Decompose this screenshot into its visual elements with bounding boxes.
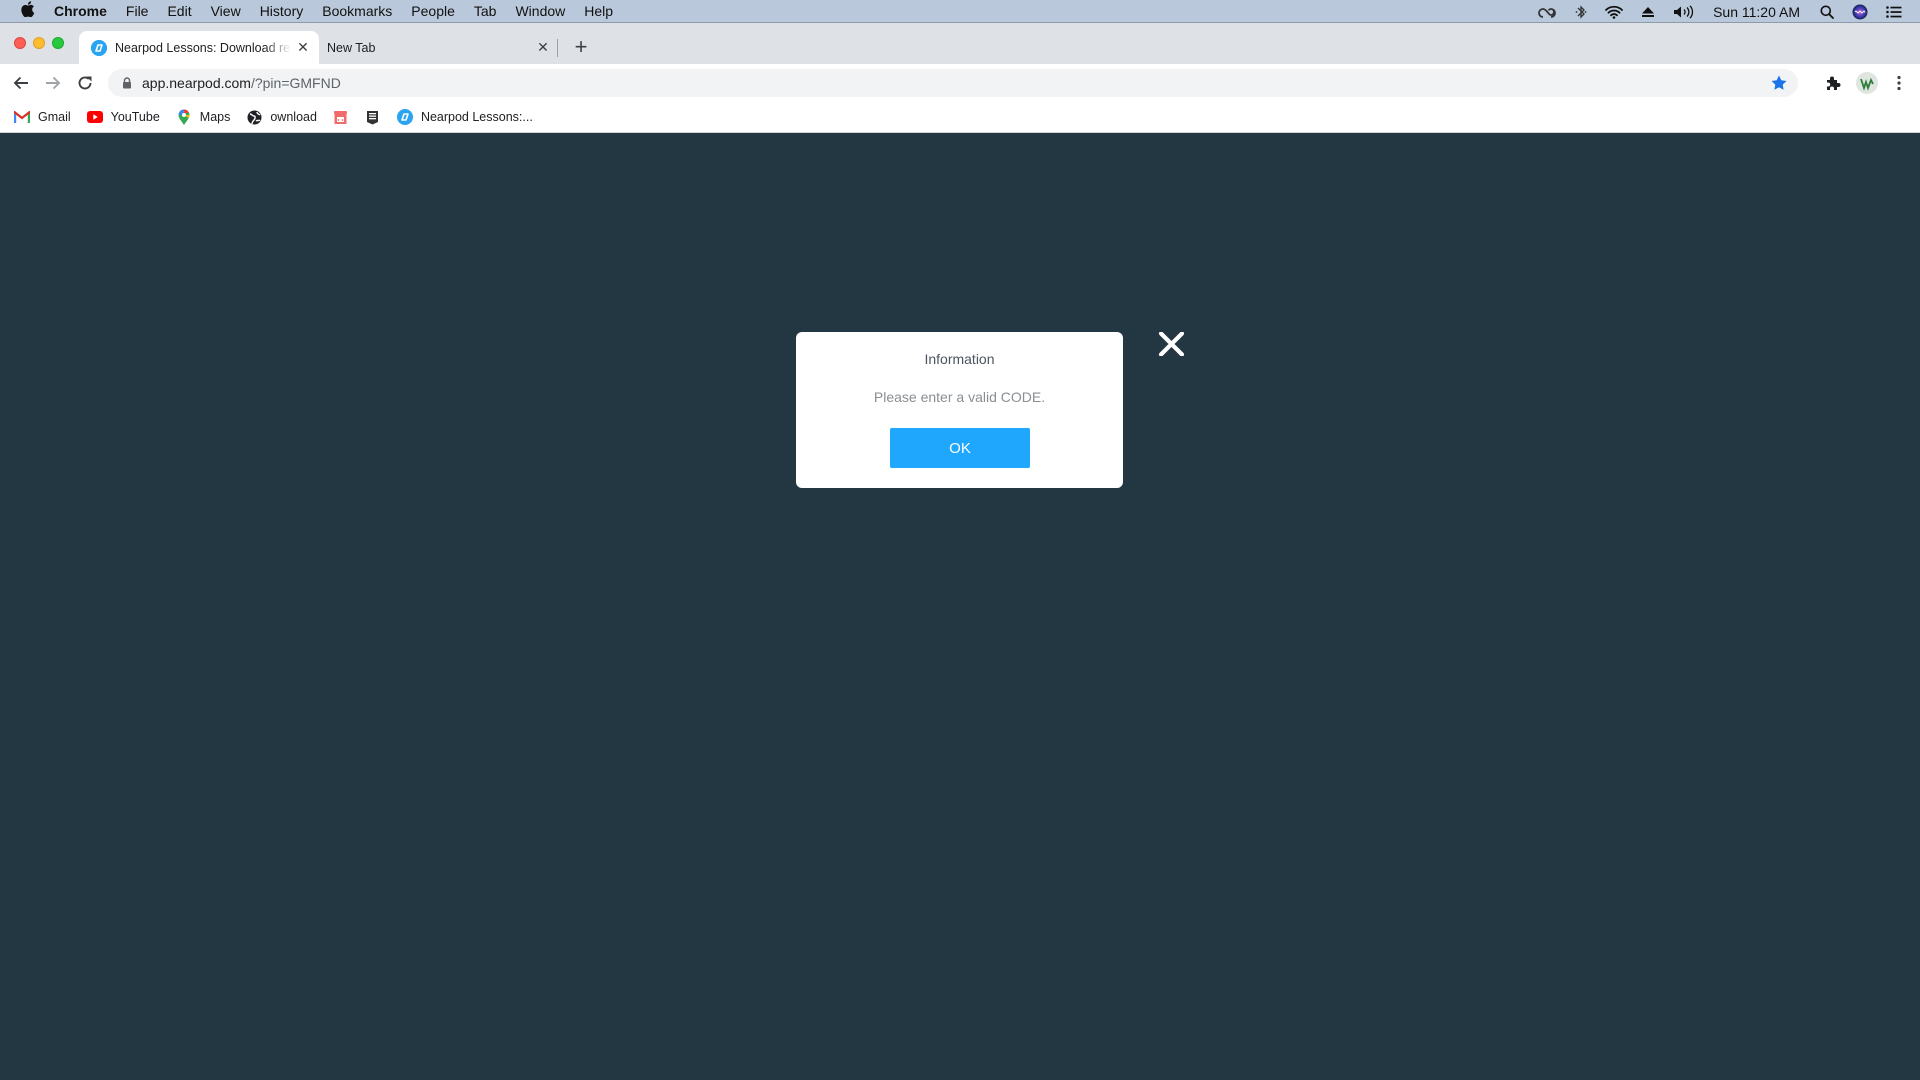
store-icon	[333, 109, 349, 125]
tab-separator	[557, 39, 558, 57]
dialog-message: Please enter a valid CODE.	[873, 389, 1046, 405]
volume-icon[interactable]	[1673, 4, 1695, 19]
url-path: /?pin=GMFND	[250, 75, 341, 91]
apple-menu-icon[interactable]	[20, 0, 36, 22]
tab-title: Nearpod Lessons: Download ready-to-teach…	[115, 40, 291, 55]
spotlight-search-icon[interactable]	[1820, 5, 1834, 19]
menu-bar-status-area: Sun 11:20 AM	[1537, 0, 1920, 23]
wifi-icon[interactable]	[1605, 5, 1623, 19]
menu-edit[interactable]: Edit	[167, 3, 191, 19]
window-fullscreen-button[interactable]	[52, 37, 64, 49]
nearpod-favicon-icon	[91, 39, 107, 56]
menu-tab[interactable]: Tab	[474, 3, 497, 19]
close-dialog-icon[interactable]	[1158, 331, 1185, 357]
eject-icon[interactable]	[1641, 6, 1655, 18]
gmail-icon	[14, 109, 30, 125]
tab-close-icon[interactable]: ✕	[535, 39, 551, 56]
tab-strip: Nearpod Lessons: Download ready-to-teach…	[0, 23, 1920, 64]
chrome-menu-kebab-icon[interactable]	[1889, 73, 1909, 93]
epic-games-icon	[365, 109, 381, 125]
window-minimize-button[interactable]	[33, 37, 45, 49]
menu-bookmarks[interactable]: Bookmarks	[322, 3, 392, 19]
bookmark-label: Gmail	[38, 110, 71, 124]
bookmark-youtube[interactable]: YouTube	[86, 109, 160, 125]
bluetooth-icon[interactable]	[1575, 4, 1587, 20]
nearpod-icon	[396, 109, 413, 125]
menu-window[interactable]: Window	[515, 3, 565, 19]
control-center-icon[interactable]	[1886, 5, 1902, 18]
bookmark-maps[interactable]: Maps	[176, 109, 231, 125]
menu-history[interactable]: History	[260, 3, 304, 19]
bookmark-label: YouTube	[110, 110, 160, 124]
information-dialog: Information Please enter a valid CODE. O…	[796, 332, 1123, 488]
page-backdrop	[0, 133, 1920, 1080]
profile-avatar[interactable]	[1856, 72, 1878, 94]
bookmark-label: ownload	[270, 110, 317, 124]
menu-chrome[interactable]: Chrome	[54, 3, 107, 19]
window-close-button[interactable]	[14, 37, 26, 49]
arrow-left-icon	[13, 76, 28, 90]
lock-icon[interactable]	[122, 77, 132, 89]
new-tab-button[interactable]: +	[569, 34, 593, 59]
youtube-icon	[86, 109, 103, 125]
ok-button[interactable]: OK	[890, 428, 1030, 468]
bookmark-nearpod-lessons[interactable]: Nearpod Lessons:...	[396, 109, 533, 125]
bookmark-star-icon[interactable]	[1770, 74, 1788, 92]
arrow-right-icon	[46, 76, 61, 90]
address-bar[interactable]: app.nearpod.com/?pin=GMFND	[108, 69, 1798, 97]
bookmark-gmail[interactable]: Gmail	[14, 109, 71, 125]
maps-icon	[176, 109, 192, 125]
menu-bar-clock[interactable]: Sun 11:20 AM	[1713, 4, 1800, 20]
reload-button[interactable]	[71, 69, 99, 97]
dialog-title: Information	[924, 351, 995, 367]
globe-icon	[246, 109, 262, 125]
bookmark-epic-games[interactable]	[365, 109, 381, 125]
extensions-puzzle-icon[interactable]	[1823, 73, 1843, 93]
bookmark-label: Maps	[199, 110, 231, 124]
menu-file[interactable]: File	[126, 3, 149, 19]
forward-button[interactable]	[39, 69, 67, 97]
reload-icon	[78, 76, 92, 90]
tab-close-icon[interactable]: ✕	[295, 39, 311, 56]
tab-new-tab[interactable]: New Tab ✕	[319, 31, 559, 64]
menu-view[interactable]: View	[211, 3, 241, 19]
macos-menu-bar: Chrome File Edit View History Bookmarks …	[0, 0, 1920, 23]
tab-nearpod-lessons[interactable]: Nearpod Lessons: Download ready-to-teach…	[79, 31, 319, 64]
siri-icon[interactable]	[1852, 4, 1868, 20]
tab-title: New Tab	[327, 40, 376, 55]
creative-cloud-icon[interactable]	[1537, 5, 1557, 19]
bookmark-store[interactable]	[333, 109, 349, 125]
bookmark-download[interactable]: ownload	[246, 109, 317, 125]
bookmark-label: Nearpod Lessons:...	[420, 110, 533, 124]
back-button[interactable]	[7, 69, 35, 97]
menu-help[interactable]: Help	[584, 3, 613, 19]
browser-toolbar: app.nearpod.com/?pin=GMFND	[0, 64, 1920, 102]
menu-people[interactable]: People	[411, 3, 455, 19]
url-host: app.nearpod.com	[142, 75, 251, 91]
bookmarks-bar: Gmail YouTube Maps ownload Nearpod Lesso…	[0, 102, 1920, 133]
url-text[interactable]: app.nearpod.com/?pin=GMFND	[142, 75, 341, 91]
